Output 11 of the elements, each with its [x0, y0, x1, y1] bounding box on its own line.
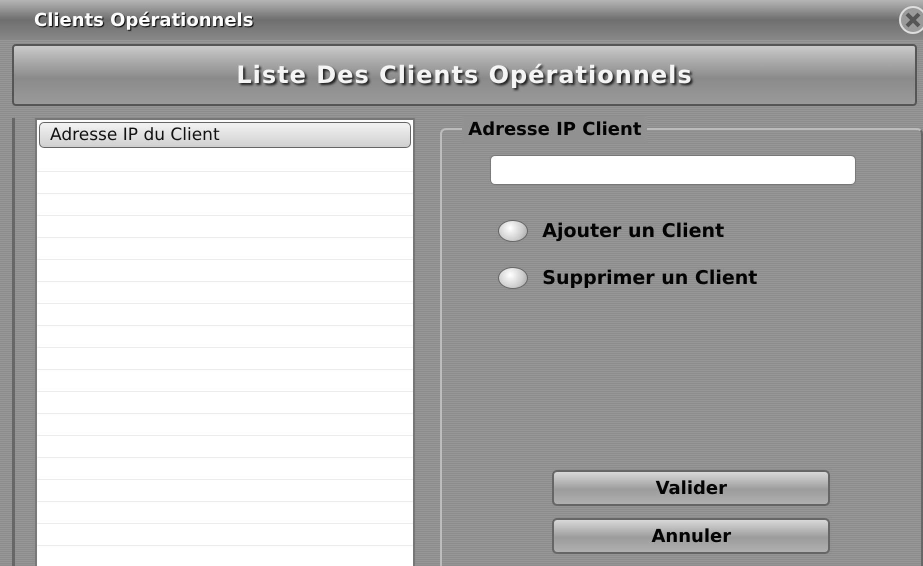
banner-title: Liste Des Clients Opérationnels — [236, 60, 693, 91]
radio-option[interactable]: Supprimer un Client — [498, 264, 758, 292]
window-title: Clients Opérationnels — [34, 8, 254, 32]
cancel-button[interactable]: Annuler — [552, 518, 830, 554]
validate-button[interactable]: Valider — [552, 470, 830, 506]
radio-option[interactable]: Ajouter un Client — [498, 217, 724, 246]
close-icon[interactable] — [897, 5, 923, 35]
ip-input-field[interactable] — [490, 155, 856, 185]
column-header[interactable]: Adresse IP du Client — [39, 122, 412, 148]
group-title: Adresse IP Client — [462, 116, 648, 143]
client-list[interactable]: Adresse IP du Client — [35, 118, 416, 566]
